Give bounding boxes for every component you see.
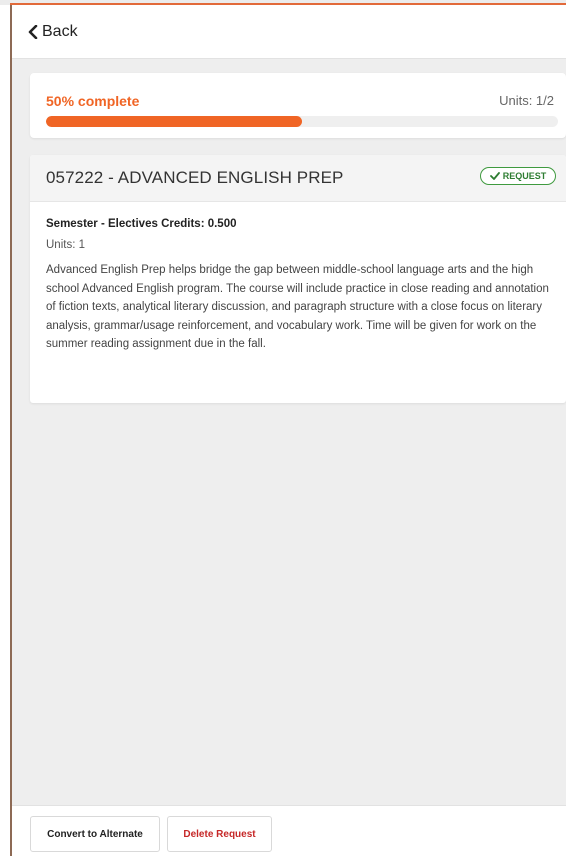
back-button[interactable]: Back bbox=[28, 23, 78, 41]
course-header: 057222 - ADVANCED ENGLISH PREP REQUEST bbox=[30, 155, 566, 202]
header-bar: Back bbox=[12, 5, 566, 59]
credits-line: Semester - Electives Credits: 0.500 bbox=[46, 218, 237, 230]
progress-fill bbox=[46, 116, 302, 127]
progress-card: 50% complete Units: 1/2 bbox=[30, 73, 566, 138]
course-card: 057222 - ADVANCED ENGLISH PREP REQUEST S… bbox=[30, 155, 566, 403]
footer-bar: Convert to Alternate Delete Request bbox=[12, 805, 566, 856]
request-badge-label: REQUEST bbox=[502, 171, 547, 181]
request-badge: REQUEST bbox=[480, 167, 556, 185]
course-body: Semester - Electives Credits: 0.500 Unit… bbox=[30, 202, 566, 354]
units-count: Units: 1/2 bbox=[499, 93, 554, 108]
course-description: Advanced English Prep helps bridge the g… bbox=[46, 264, 549, 350]
back-label: Back bbox=[42, 22, 78, 40]
chevron-left-icon bbox=[28, 24, 38, 39]
units-line: Units: 1 bbox=[46, 239, 85, 251]
app-panel: Back 50% complete Units: 1/2 057222 - AD… bbox=[10, 3, 566, 856]
progress-bar bbox=[46, 116, 558, 127]
delete-request-button[interactable]: Delete Request bbox=[167, 816, 272, 852]
course-title: 057222 - ADVANCED ENGLISH PREP bbox=[46, 168, 344, 187]
convert-to-alternate-button[interactable]: Convert to Alternate bbox=[30, 816, 160, 852]
check-icon bbox=[489, 172, 500, 180]
progress-label: 50% complete bbox=[46, 93, 140, 109]
